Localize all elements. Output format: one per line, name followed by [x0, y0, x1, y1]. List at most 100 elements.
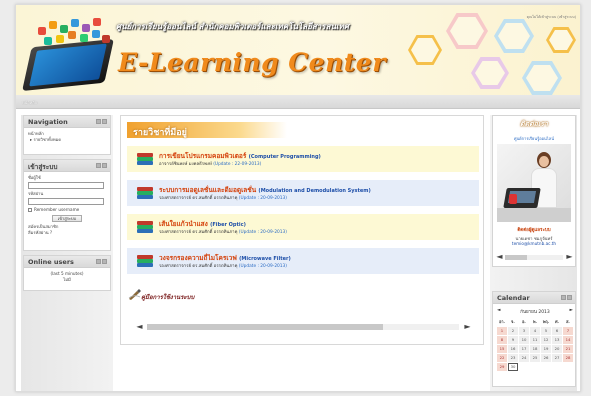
breadcrumb-home[interactable]: หน้าหลัก	[22, 99, 37, 106]
calendar-day[interactable]: 18	[530, 345, 540, 353]
right-column: ติดต่อเรา ศูนย์การเรียนรู้ออนไลน์ ติดต่อ…	[490, 115, 577, 391]
calendar-day[interactable]: 11	[530, 336, 540, 344]
calendar-day[interactable]: 28	[563, 354, 573, 362]
calendar-day[interactable]: 8	[497, 336, 507, 344]
navbar: หน้าหลัก	[16, 95, 580, 109]
page-frame: ศูนย์การเรียนรู้ออนไลน์ สำนักคอมพิวเตอร์…	[15, 4, 581, 392]
books-icon	[137, 152, 153, 166]
calendar-day[interactable]: 17	[519, 345, 529, 353]
calendar-day[interactable]: 19	[541, 345, 551, 353]
calendar-day[interactable]: 5	[541, 327, 551, 335]
collapse-icon[interactable]	[102, 119, 107, 124]
calendar-day[interactable]: 29	[497, 363, 507, 371]
calendar-day[interactable]: 13	[552, 336, 562, 344]
calendar-day[interactable]: 10	[519, 336, 529, 344]
course-title-link[interactable]: เส้นใยแก้วนำแสง	[159, 220, 208, 228]
course-item: การเขียนโปรแกรมคอมพิวเตอร์ (Computer Pro…	[127, 146, 479, 172]
calendar-day[interactable]: 21	[563, 345, 573, 353]
calendar-next-icon[interactable]: ►	[570, 308, 573, 313]
calendar-day[interactable]: 20	[552, 345, 562, 353]
course-item: เส้นใยแก้วนำแสง (Fiber Optic) รองศาสตราจ…	[127, 214, 479, 240]
remember-label: Remember username	[34, 207, 80, 212]
calendar-day-header: ส.	[563, 318, 573, 326]
course-teacher: รองศาสตราจารย์ ดร.สมศักดิ์ อรรถทินภาคุ	[159, 230, 238, 235]
calendar-day[interactable]: 6	[552, 327, 562, 335]
scroll-left-icon[interactable]: ◄	[135, 322, 144, 331]
calendar-today[interactable]: 30	[508, 363, 518, 371]
course-teacher: รองศาสตราจารย์ ดร.สมศักดิ์ อรรถทินภาคุ	[159, 264, 238, 269]
available-courses-title: รายวิชาที่มีอยู่	[133, 128, 187, 138]
pen-icon	[128, 289, 141, 300]
dock-icon[interactable]	[96, 119, 101, 124]
books-icon	[137, 254, 153, 268]
navigation-title: Navigation	[28, 118, 68, 126]
password-label: รหัสผ่าน	[28, 191, 44, 196]
calendar-day[interactable]: 23	[508, 354, 518, 362]
site-banner: ศูนย์การเรียนรู้ออนไลน์ สำนักคอมพิวเตอร์…	[16, 5, 580, 95]
bullet-icon: ▸	[30, 137, 33, 142]
scroll-right-icon[interactable]: ►	[463, 322, 472, 331]
calendar-day[interactable]: 26	[541, 354, 551, 362]
dock-icon[interactable]	[561, 295, 566, 300]
calendar-month[interactable]: กันยายน 2013	[497, 308, 573, 315]
forgot-password-link[interactable]: ลืมรหัสผ่าน ?	[28, 230, 106, 236]
course-teacher: รองศาสตราจารย์ ดร.สมศักดิ์ อรรถทินภาคุ	[159, 196, 238, 201]
scroll-thumb[interactable]	[505, 255, 527, 260]
calendar-day[interactable]: 22	[497, 354, 507, 362]
calendar-day-header: ศ.	[552, 318, 562, 326]
username-input[interactable]	[28, 182, 104, 189]
course-update: (Update : 20-09-2013)	[238, 196, 287, 201]
course-item: ระบบการมอดูเลชั่นและดีมอดูเลชั่น (Modula…	[127, 180, 479, 206]
contact-title: ติดต่อเรา	[520, 120, 548, 128]
course-title-link[interactable]: วงจรกรองความถี่ไมโครเวฟ	[159, 254, 237, 262]
calendar-day-header: อ.	[519, 318, 529, 326]
calendar-day[interactable]: 25	[530, 354, 540, 362]
calendar-day[interactable]: 12	[541, 336, 551, 344]
dock-icon[interactable]	[96, 163, 101, 168]
available-courses-header: รายวิชาที่มีอยู่	[127, 122, 287, 138]
login-block: เข้าสู่ระบบ ชื่อผู้ใช้ รหัสผ่าน Remember…	[23, 159, 111, 251]
login-button[interactable]: เข้าสู่ระบบ	[52, 215, 82, 222]
nav-item-courses[interactable]: ▸ รายวิชาทั้งหมด	[28, 137, 106, 143]
horizontal-scrollbar[interactable]: ◄ ►	[135, 322, 495, 331]
calendar-day[interactable]: 16	[508, 345, 518, 353]
contact-subtitle[interactable]: ศูนย์การเรียนรู้ออนไลน์	[493, 135, 575, 142]
calendar-day[interactable]: 4	[530, 327, 540, 335]
course-item: วงจรกรองความถี่ไมโครเวฟ (Microwave Filte…	[127, 248, 479, 274]
scroll-left-icon[interactable]: ◄	[495, 252, 504, 261]
app-icon	[38, 27, 46, 35]
calendar-day[interactable]: 9	[508, 336, 518, 344]
calendar-day[interactable]: 1	[497, 327, 507, 335]
login-info[interactable]: คุณไม่ได้เข้าสู่ระบบ (เข้าสู่ระบบ)	[527, 14, 576, 20]
calendar-day[interactable]: 2	[508, 327, 518, 335]
collapse-icon[interactable]	[567, 295, 572, 300]
dock-icon[interactable]	[96, 259, 101, 264]
calendar-title: Calendar	[497, 294, 530, 302]
course-title-link[interactable]: การเขียนโปรแกรมคอมพิวเตอร์	[159, 152, 246, 160]
course-update: (Update : 22-09-2013)	[213, 162, 262, 167]
contact-email[interactable]: temio@kmutnb.ac.th	[493, 241, 575, 246]
contact-scrollbar[interactable]: ◄ ►	[495, 252, 574, 261]
remember-checkbox[interactable]	[28, 208, 32, 212]
user-manual-link[interactable]: คู่มือการใช้งานระบบ	[141, 292, 194, 302]
online-users-none: ไม่มี	[63, 277, 71, 282]
collapse-icon[interactable]	[102, 163, 107, 168]
scroll-thumb[interactable]	[147, 324, 383, 330]
calendar-day[interactable]: 27	[552, 354, 562, 362]
banner-title: E-Learning Center	[118, 48, 386, 77]
calendar-day[interactable]: 3	[519, 327, 529, 335]
calendar-day[interactable]: 14	[563, 336, 573, 344]
collapse-icon[interactable]	[102, 259, 107, 264]
course-update: (Update : 20-09-2013)	[238, 230, 287, 235]
scroll-right-icon[interactable]: ►	[565, 252, 574, 261]
course-title-link[interactable]: ระบบการมอดูเลชั่นและดีมอดูเลชั่น	[159, 186, 256, 194]
calendar-day-header: จ.	[508, 318, 518, 326]
calendar-day[interactable]: 24	[519, 354, 529, 362]
password-input[interactable]	[28, 198, 104, 205]
calendar-day[interactable]: 15	[497, 345, 507, 353]
tablet-illustration	[22, 38, 114, 92]
left-column: Navigation หน้าหลัก ▸ รายวิชาทั้งหมด เข้…	[21, 115, 113, 391]
calendar-day[interactable]: 7	[563, 327, 573, 335]
online-users-block: Online users (last 5 minutes) ไม่มี	[23, 255, 111, 291]
navigation-block: Navigation หน้าหลัก ▸ รายวิชาทั้งหมด	[23, 115, 111, 155]
